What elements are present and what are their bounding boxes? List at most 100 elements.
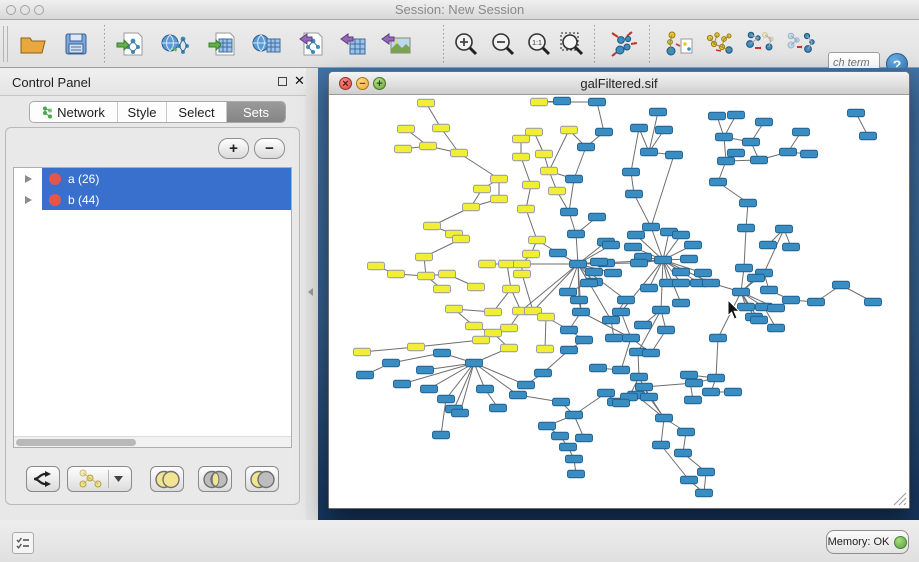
graph-node-selected[interactable] (518, 205, 535, 213)
graph-node[interactable] (570, 260, 587, 268)
graph-node-selected[interactable] (536, 150, 553, 158)
set-row-b[interactable]: b (44) (14, 189, 291, 210)
graph-node-selected[interactable] (433, 124, 450, 132)
graph-edge[interactable] (651, 155, 674, 227)
graph-node-selected[interactable] (453, 235, 470, 243)
graph-node[interactable] (433, 431, 450, 439)
graph-node[interactable] (603, 316, 620, 324)
graph-node-selected[interactable] (408, 343, 425, 351)
graph-node-selected[interactable] (418, 272, 435, 280)
apply-layout-button[interactable] (608, 28, 640, 60)
graph-node[interactable] (568, 230, 585, 238)
graph-node-selected[interactable] (398, 125, 415, 133)
graph-node[interactable] (576, 434, 593, 442)
graph-edge[interactable] (576, 234, 578, 264)
graph-node[interactable] (643, 349, 660, 357)
tab-select[interactable]: Select (167, 102, 227, 122)
graph-node[interactable] (860, 132, 877, 140)
collapse-panel-handle[interactable] (308, 288, 313, 296)
graph-node-selected[interactable] (514, 270, 531, 278)
graph-node-selected[interactable] (491, 175, 508, 183)
graph-node[interactable] (673, 268, 690, 276)
graph-node[interactable] (581, 279, 598, 287)
graph-node[interactable] (703, 279, 720, 287)
graph-node[interactable] (653, 441, 670, 449)
create-set-from-selection-button[interactable] (26, 466, 60, 492)
graph-node[interactable] (490, 404, 507, 412)
save-session-button[interactable] (60, 28, 92, 60)
graph-node[interactable] (417, 366, 434, 374)
graph-node[interactable] (675, 449, 692, 457)
graph-node[interactable] (768, 324, 785, 332)
graph-node[interactable] (626, 190, 643, 198)
graph-node-selected[interactable] (491, 195, 508, 203)
graph-node[interactable] (725, 388, 742, 396)
graph-node[interactable] (673, 231, 690, 239)
graph-node[interactable] (808, 298, 825, 306)
set-intersection-button[interactable] (198, 466, 232, 492)
graph-node[interactable] (535, 369, 552, 377)
graph-node[interactable] (596, 128, 613, 136)
graph-node[interactable] (740, 199, 757, 207)
graph-node-selected[interactable] (531, 98, 548, 106)
graph-node[interactable] (685, 396, 702, 404)
graph-node[interactable] (728, 149, 745, 157)
graph-node[interactable] (681, 371, 698, 379)
graph-node[interactable] (636, 383, 653, 391)
graph-node[interactable] (673, 279, 690, 287)
set-difference-button[interactable] (245, 466, 279, 492)
graph-node[interactable] (783, 296, 800, 304)
graph-node[interactable] (756, 118, 773, 126)
graph-node[interactable] (673, 299, 690, 307)
graph-node[interactable] (590, 364, 607, 372)
graph-node-selected[interactable] (526, 128, 543, 136)
graph-node[interactable] (761, 286, 778, 294)
sets-horizontal-scrollbar[interactable] (14, 436, 291, 447)
graph-node-selected[interactable] (537, 345, 554, 353)
graph-node[interactable] (656, 414, 673, 422)
graph-node[interactable] (623, 168, 640, 176)
graph-node[interactable] (833, 281, 850, 289)
graph-node-selected[interactable] (529, 236, 546, 244)
graph-node[interactable] (539, 422, 556, 430)
graph-node[interactable] (628, 231, 645, 239)
graph-node[interactable] (641, 284, 658, 292)
graph-node[interactable] (560, 443, 577, 451)
graph-node[interactable] (452, 409, 469, 417)
graph-node-selected[interactable] (501, 344, 518, 352)
import-table-file-button[interactable] (206, 28, 238, 60)
graph-edge[interactable] (446, 363, 474, 399)
memory-status-button[interactable]: Memory: OK (826, 530, 909, 554)
graph-node-selected[interactable] (446, 305, 463, 313)
import-table-url-button[interactable] (251, 28, 283, 60)
graph-node-selected[interactable] (501, 324, 518, 332)
graph-node-selected[interactable] (354, 348, 371, 356)
graph-node[interactable] (434, 349, 451, 357)
graph-node[interactable] (696, 489, 713, 497)
graph-node[interactable] (708, 374, 725, 382)
graph-node[interactable] (738, 224, 755, 232)
graph-node[interactable] (681, 255, 698, 263)
graph-edge[interactable] (631, 128, 639, 172)
graph-node-selected[interactable] (514, 260, 531, 268)
expander-cell[interactable] (14, 168, 42, 189)
graph-node[interactable] (589, 213, 606, 221)
graph-node-selected[interactable] (439, 270, 456, 278)
graph-node[interactable] (518, 381, 535, 389)
add-set-button[interactable]: + (218, 138, 249, 159)
graph-node[interactable] (566, 455, 583, 463)
new-network-from-selection-button[interactable] (663, 28, 695, 60)
graph-node-selected[interactable] (388, 270, 405, 278)
graph-node[interactable] (586, 268, 603, 276)
graph-node[interactable] (666, 151, 683, 159)
graph-node-selected[interactable] (485, 329, 502, 337)
select-first-neighbors-button[interactable] (704, 28, 736, 60)
graph-node[interactable] (553, 398, 570, 406)
graph-node[interactable] (801, 150, 818, 158)
graph-node[interactable] (728, 111, 745, 119)
graph-node[interactable] (561, 346, 578, 354)
graph-node[interactable] (865, 298, 882, 306)
expander-cell[interactable] (14, 189, 42, 210)
graph-node-selected[interactable] (368, 262, 385, 270)
graph-node[interactable] (510, 391, 527, 399)
